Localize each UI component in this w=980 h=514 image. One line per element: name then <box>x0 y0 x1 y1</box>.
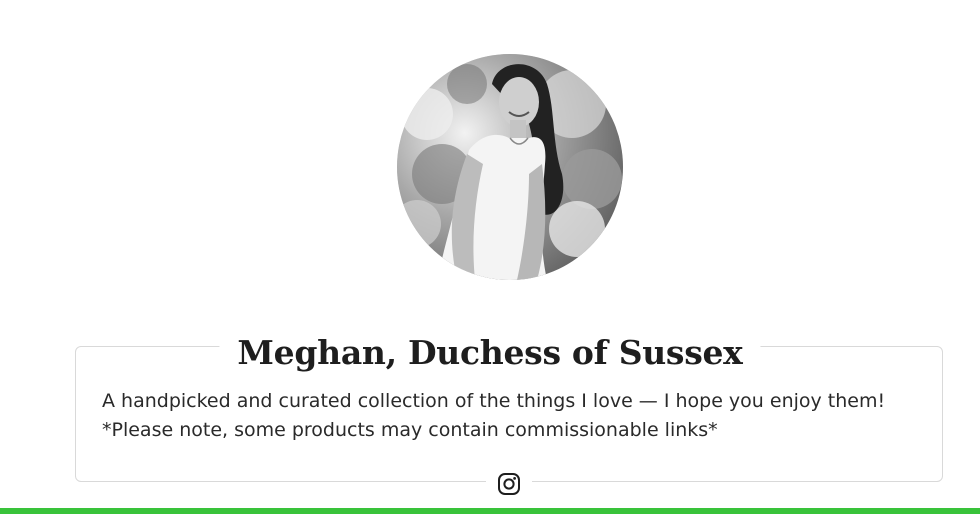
avatar-photo <box>397 54 623 280</box>
profile-name: Meghan, Duchess of Sussex <box>219 329 761 377</box>
instagram-icon[interactable] <box>497 472 521 496</box>
profile-bio: A handpicked and curated collection of t… <box>102 390 886 441</box>
accent-strip <box>0 508 980 514</box>
social-links <box>486 469 532 499</box>
profile-avatar <box>397 54 623 280</box>
